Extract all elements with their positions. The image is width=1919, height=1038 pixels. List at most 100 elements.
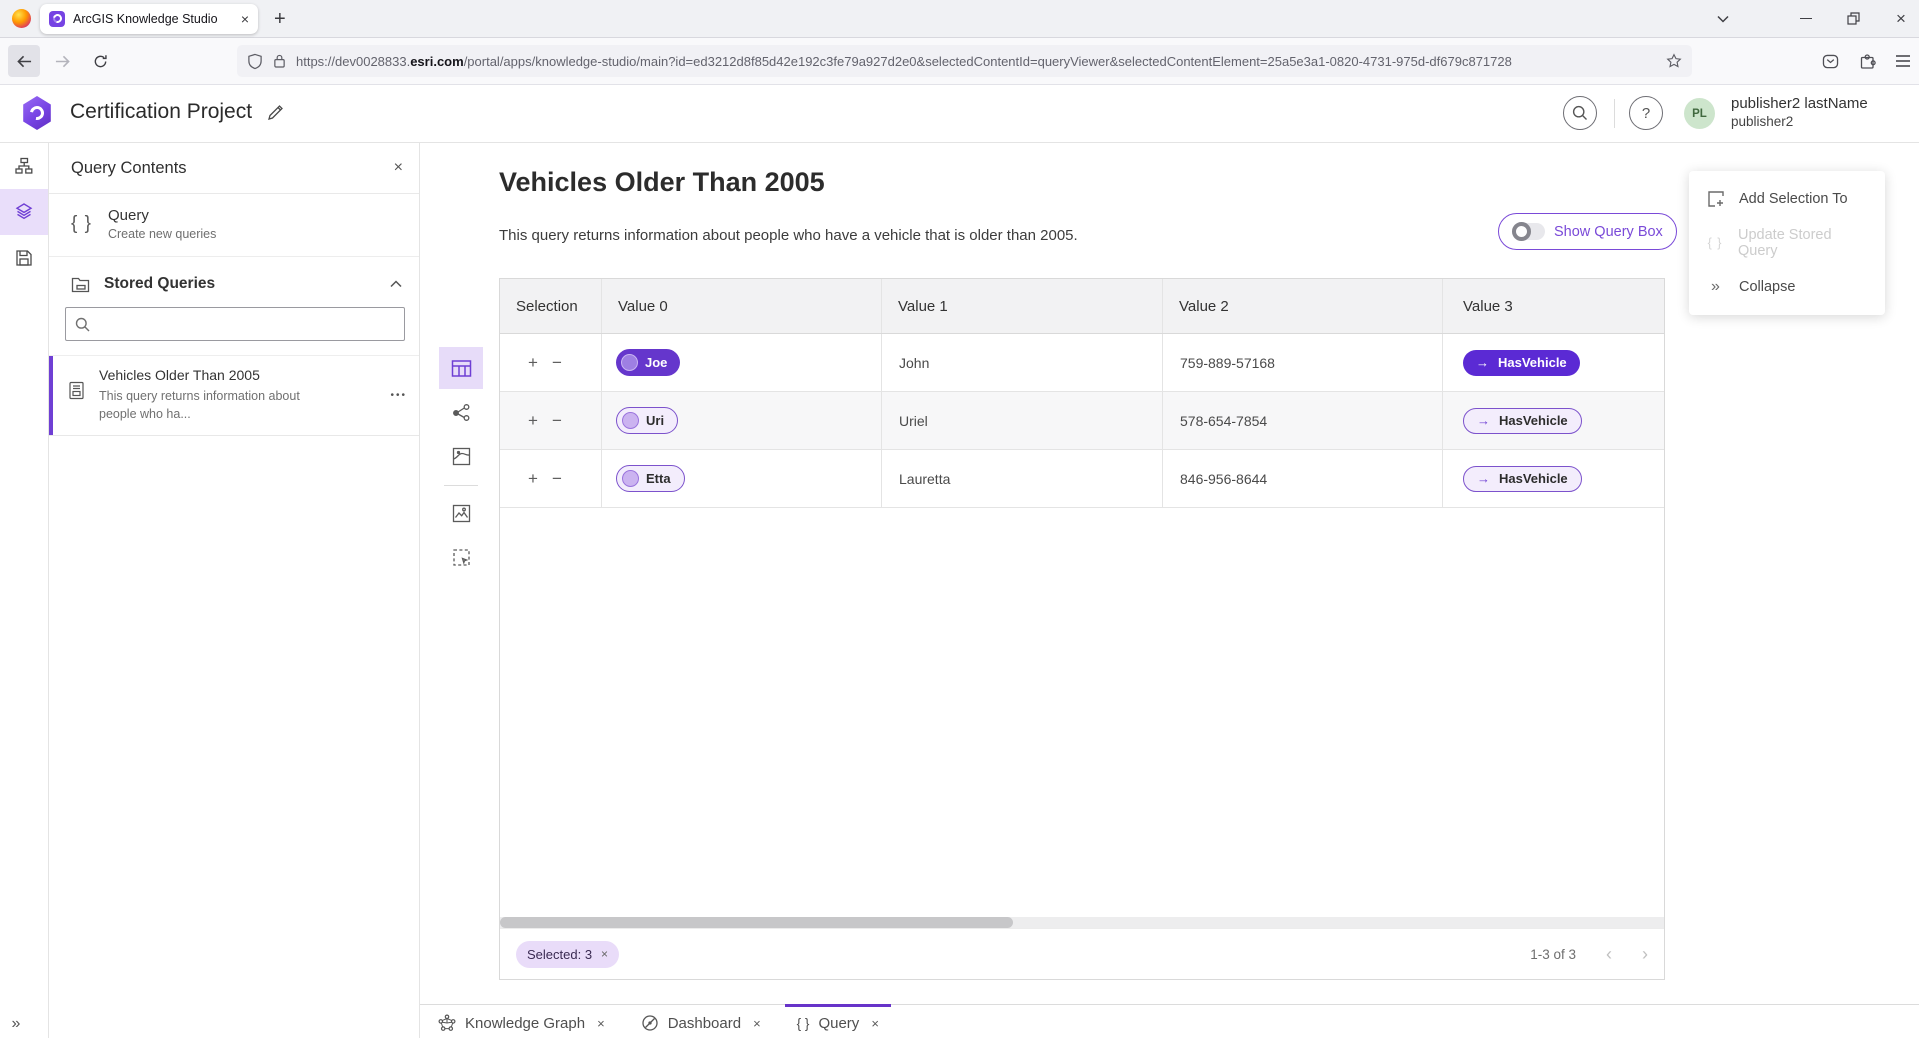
- remove-from-selection-button[interactable]: −: [552, 354, 562, 371]
- new-query-subtitle: Create new queries: [108, 227, 216, 241]
- app-search-button[interactable]: [1563, 96, 1597, 130]
- menu-item-update-stored-query[interactable]: { } Update Stored Query: [1689, 221, 1885, 265]
- avatar[interactable]: PL: [1684, 98, 1715, 129]
- relationship-pill[interactable]: → HasVehicle: [1463, 466, 1582, 492]
- new-query-item[interactable]: { } Query Create new queries: [49, 194, 419, 257]
- remove-from-selection-button[interactable]: −: [552, 470, 562, 487]
- window-restore-button[interactable]: [1831, 0, 1875, 37]
- menu-item-add-selection-to[interactable]: Add Selection To: [1689, 177, 1885, 221]
- entity-pill[interactable]: Joe: [616, 349, 680, 376]
- link-chart-view-button[interactable]: [439, 391, 483, 433]
- browser-tab-title: ArcGIS Knowledge Studio: [73, 12, 233, 26]
- table-icon: [451, 359, 472, 378]
- arrow-right-icon: →: [1477, 413, 1490, 428]
- tab-close-icon[interactable]: ×: [871, 1016, 879, 1031]
- new-tab-button[interactable]: +: [274, 9, 286, 29]
- pagination: 1-3 of 3 ‹ ›: [1530, 945, 1648, 963]
- search-input[interactable]: [98, 316, 395, 333]
- menu-item-collapse[interactable]: » Collapse: [1689, 265, 1885, 309]
- menu-hamburger-icon[interactable]: [1887, 45, 1919, 77]
- cell-value: Lauretta: [899, 471, 950, 487]
- stored-queries-label: Stored Queries: [104, 275, 376, 293]
- column-header: Selection: [500, 279, 601, 333]
- panel-title: Query Contents: [71, 159, 394, 178]
- cell-value: 578-654-7854: [1180, 413, 1267, 429]
- folder-icon: [71, 276, 90, 293]
- entity-pill[interactable]: Etta: [616, 465, 685, 492]
- scrollbar-thumb[interactable]: [500, 917, 1013, 928]
- tab-dashboard[interactable]: Dashboard ×: [635, 1005, 767, 1038]
- cell-value: John: [899, 355, 929, 371]
- stored-query-options-button[interactable]: •••: [390, 390, 407, 401]
- previous-page-button[interactable]: ‹: [1606, 945, 1612, 963]
- relationship-pill[interactable]: → HasVehicle: [1463, 350, 1580, 376]
- table-empty-area: [500, 508, 1664, 917]
- tab-label: Query: [818, 1015, 859, 1032]
- extensions-puzzle-icon[interactable]: [1851, 45, 1883, 77]
- tab-knowledge-graph[interactable]: Knowledge Graph ×: [432, 1005, 611, 1038]
- browser-tab[interactable]: ArcGIS Knowledge Studio ×: [40, 4, 258, 34]
- tab-query[interactable]: { } Query ×: [791, 1005, 885, 1038]
- stored-query-item[interactable]: Vehicles Older Than 2005 This query retu…: [49, 355, 419, 436]
- bookmark-star-icon[interactable]: [1666, 53, 1682, 69]
- selection-context-menu: Add Selection To { } Update Stored Query…: [1689, 171, 1885, 315]
- remove-from-selection-button[interactable]: −: [552, 412, 562, 429]
- select-region-button[interactable]: [439, 536, 483, 578]
- table-view-button[interactable]: [439, 347, 483, 389]
- table-row: + − Uri Uriel 578-654-7854: [500, 392, 1664, 450]
- query-viewer-content: Vehicles Older Than 2005 This query retu…: [420, 143, 1919, 1004]
- horizontal-scrollbar[interactable]: [500, 917, 1664, 928]
- tab-close-button[interactable]: ×: [241, 12, 249, 26]
- add-to-selection-button[interactable]: +: [528, 470, 538, 487]
- back-arrow-icon: [16, 54, 33, 69]
- column-header: Value 0: [601, 279, 881, 333]
- tab-list-chevron-button[interactable]: [1701, 0, 1745, 37]
- relationship-label: HasVehicle: [1499, 413, 1568, 428]
- tab-close-icon[interactable]: ×: [597, 1016, 605, 1031]
- add-to-map-button[interactable]: [439, 492, 483, 534]
- user-info[interactable]: publisher2 lastName publisher2: [1731, 95, 1868, 131]
- url-text[interactable]: https://dev0028833.esri.com/portal/apps/…: [296, 54, 1656, 69]
- selected-count-chip[interactable]: Selected: 3 ×: [516, 941, 619, 968]
- show-query-box-toggle[interactable]: Show Query Box: [1498, 213, 1677, 250]
- column-header: Value 3: [1442, 279, 1664, 333]
- sidebar-item-contents[interactable]: [0, 189, 48, 235]
- stored-queries-search[interactable]: [65, 307, 405, 341]
- firefox-icon[interactable]: [12, 9, 31, 28]
- entity-pill[interactable]: Uri: [616, 407, 678, 434]
- shield-icon[interactable]: [247, 53, 263, 70]
- next-page-button[interactable]: ›: [1642, 945, 1648, 963]
- chevron-up-icon[interactable]: [390, 280, 402, 288]
- url-bar[interactable]: https://dev0028833.esri.com/portal/apps/…: [237, 45, 1692, 77]
- panel-close-button[interactable]: ×: [394, 160, 403, 176]
- cell-value: Uriel: [899, 413, 928, 429]
- edit-project-title-button[interactable]: [266, 103, 285, 122]
- sidebar-item-data-model[interactable]: [0, 143, 48, 189]
- browser-tab-strip: ArcGIS Knowledge Studio × + ×: [0, 0, 1919, 38]
- add-to-selection-button[interactable]: +: [528, 412, 538, 429]
- add-to-selection-button[interactable]: +: [528, 354, 538, 371]
- reload-button[interactable]: [84, 45, 116, 77]
- table-footer: Selected: 3 × 1-3 of 3 ‹ ›: [500, 928, 1664, 979]
- entity-dot-icon: [621, 354, 638, 371]
- clear-selection-icon[interactable]: ×: [601, 947, 608, 961]
- stored-query-doc-icon: [67, 381, 86, 423]
- browser-navbar: https://dev0028833.esri.com/portal/apps/…: [0, 38, 1919, 85]
- tab-close-icon[interactable]: ×: [753, 1016, 761, 1031]
- window-close-button[interactable]: ×: [1879, 0, 1919, 37]
- lock-icon[interactable]: [273, 53, 286, 69]
- window-minimize-button[interactable]: [1784, 0, 1828, 37]
- arrow-right-icon: →: [1476, 355, 1489, 370]
- map-view-button[interactable]: [439, 435, 483, 477]
- stored-queries-header[interactable]: Stored Queries: [49, 257, 419, 305]
- help-button[interactable]: ?: [1629, 96, 1663, 130]
- restore-icon: [1847, 12, 1860, 25]
- back-button[interactable]: [8, 45, 40, 77]
- project-title: Certification Project: [70, 100, 252, 124]
- stored-query-description: This query returns information about peo…: [99, 387, 317, 423]
- forward-button[interactable]: [46, 45, 78, 77]
- pocket-icon[interactable]: [1814, 45, 1846, 77]
- expand-rail-button[interactable]: »: [4, 1015, 28, 1033]
- sidebar-item-save[interactable]: [0, 235, 48, 281]
- relationship-pill[interactable]: → HasVehicle: [1463, 408, 1582, 434]
